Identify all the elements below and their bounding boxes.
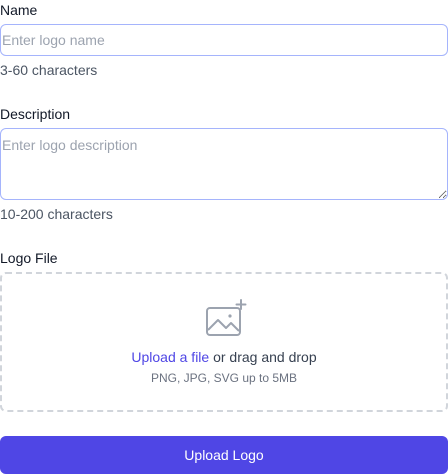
upload-logo-button[interactable]: Upload Logo xyxy=(0,436,448,474)
file-format-hint: PNG, JPG, SVG up to 5MB xyxy=(150,371,298,385)
name-hint: 3-60 characters xyxy=(0,62,98,78)
upload-file-link[interactable]: Upload a file xyxy=(131,349,209,365)
description-textarea[interactable] xyxy=(0,128,448,200)
logo-file-dropzone[interactable]: Upload a file or drag and drop PNG, JPG,… xyxy=(0,272,448,412)
description-label: Description xyxy=(0,106,71,122)
name-input[interactable] xyxy=(0,24,448,56)
image-add-icon xyxy=(206,299,247,336)
drag-drop-text: or drag and drop xyxy=(209,349,317,365)
description-hint: 10-200 characters xyxy=(0,206,113,222)
upload-logo-form: Name 3-60 characters Description 10-200 … xyxy=(0,0,448,474)
dropzone-instructions: Upload a file or drag and drop xyxy=(2,347,446,367)
logo-file-label: Logo File xyxy=(0,250,58,266)
name-label: Name xyxy=(0,2,38,18)
